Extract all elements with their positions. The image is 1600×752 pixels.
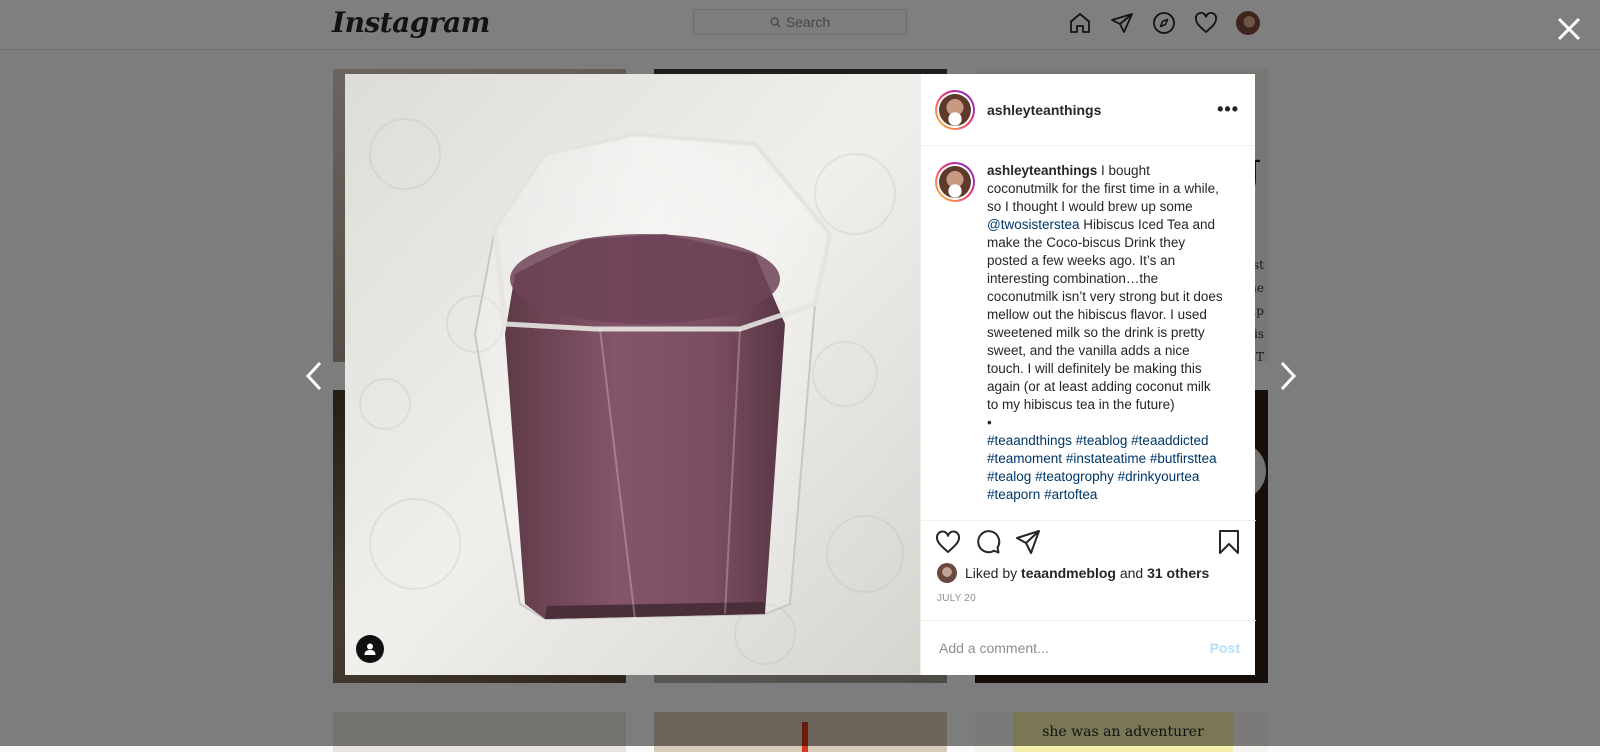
avatar[interactable] <box>935 89 975 130</box>
close-icon[interactable] <box>1555 15 1583 43</box>
more-options-button[interactable]: ••• <box>1217 99 1239 120</box>
caption-body-end: Hibiscus Iced Tea and make the Coco-bisc… <box>987 217 1223 412</box>
avatar[interactable] <box>937 563 957 583</box>
comment-icon[interactable] <box>975 529 1001 555</box>
post-photo[interactable] <box>345 74 920 675</box>
hashtag-link[interactable]: #teatogrophy <box>1035 469 1114 484</box>
likes-middle: and <box>1119 565 1144 581</box>
bookmark-icon[interactable] <box>1216 529 1242 555</box>
post-actions: Liked by teaandmeblog and 31 others JULY… <box>921 520 1256 604</box>
heart-icon[interactable] <box>935 529 961 555</box>
hashtag-link[interactable]: #drinkyourtea <box>1118 469 1200 484</box>
post-modal: ashleyteanthings ••• ashleyteanthings I … <box>345 74 1256 675</box>
likes-others-link[interactable]: 31 others <box>1147 565 1209 581</box>
post-header: ashleyteanthings ••• <box>921 74 1255 146</box>
post-details-panel: ashleyteanthings ••• ashleyteanthings I … <box>920 74 1256 675</box>
liked-by-user-link[interactable]: teaandmeblog <box>1021 565 1116 581</box>
comment-form: Post <box>921 620 1256 675</box>
post-date[interactable]: JULY 20 <box>921 583 1256 604</box>
caption-bullet: • <box>987 415 992 430</box>
likes-summary: Liked by teaandmeblog and 31 others <box>921 555 1256 583</box>
mention-link[interactable]: @twosisterstea <box>987 217 1079 232</box>
hashtag-link[interactable]: #artoftea <box>1044 487 1097 502</box>
chevron-right-icon[interactable] <box>1276 359 1300 393</box>
hashtag-link[interactable]: #instateatime <box>1066 451 1146 466</box>
hashtag-link[interactable]: #teaaddicted <box>1131 433 1208 448</box>
hashtag-link[interactable]: #teaporn <box>987 487 1040 502</box>
hashtag-link[interactable]: #teaandthings <box>987 433 1072 448</box>
hashtag-link[interactable]: #teamoment <box>987 451 1062 466</box>
chevron-left-icon[interactable] <box>302 359 326 393</box>
comment-input[interactable] <box>937 639 1210 657</box>
user-tag-icon[interactable] <box>356 635 384 663</box>
caption-text: ashleyteanthings I bought coconutmilk fo… <box>987 162 1223 520</box>
drink-glass-photo <box>345 74 920 675</box>
post-author-username[interactable]: ashleyteanthings <box>987 102 1217 118</box>
caption-username[interactable]: ashleyteanthings <box>987 163 1097 178</box>
hashtag-link[interactable]: #teablog <box>1076 433 1128 448</box>
hashtag-link[interactable]: #tealog <box>987 469 1031 484</box>
share-icon[interactable] <box>1015 529 1041 555</box>
avatar[interactable] <box>935 162 975 202</box>
post-comment-button[interactable]: Post <box>1210 640 1240 656</box>
post-caption: ashleyteanthings I bought coconutmilk fo… <box>921 146 1255 520</box>
hashtag-link[interactable]: #butfirsttea <box>1150 451 1217 466</box>
likes-prefix: Liked by <box>965 565 1018 581</box>
